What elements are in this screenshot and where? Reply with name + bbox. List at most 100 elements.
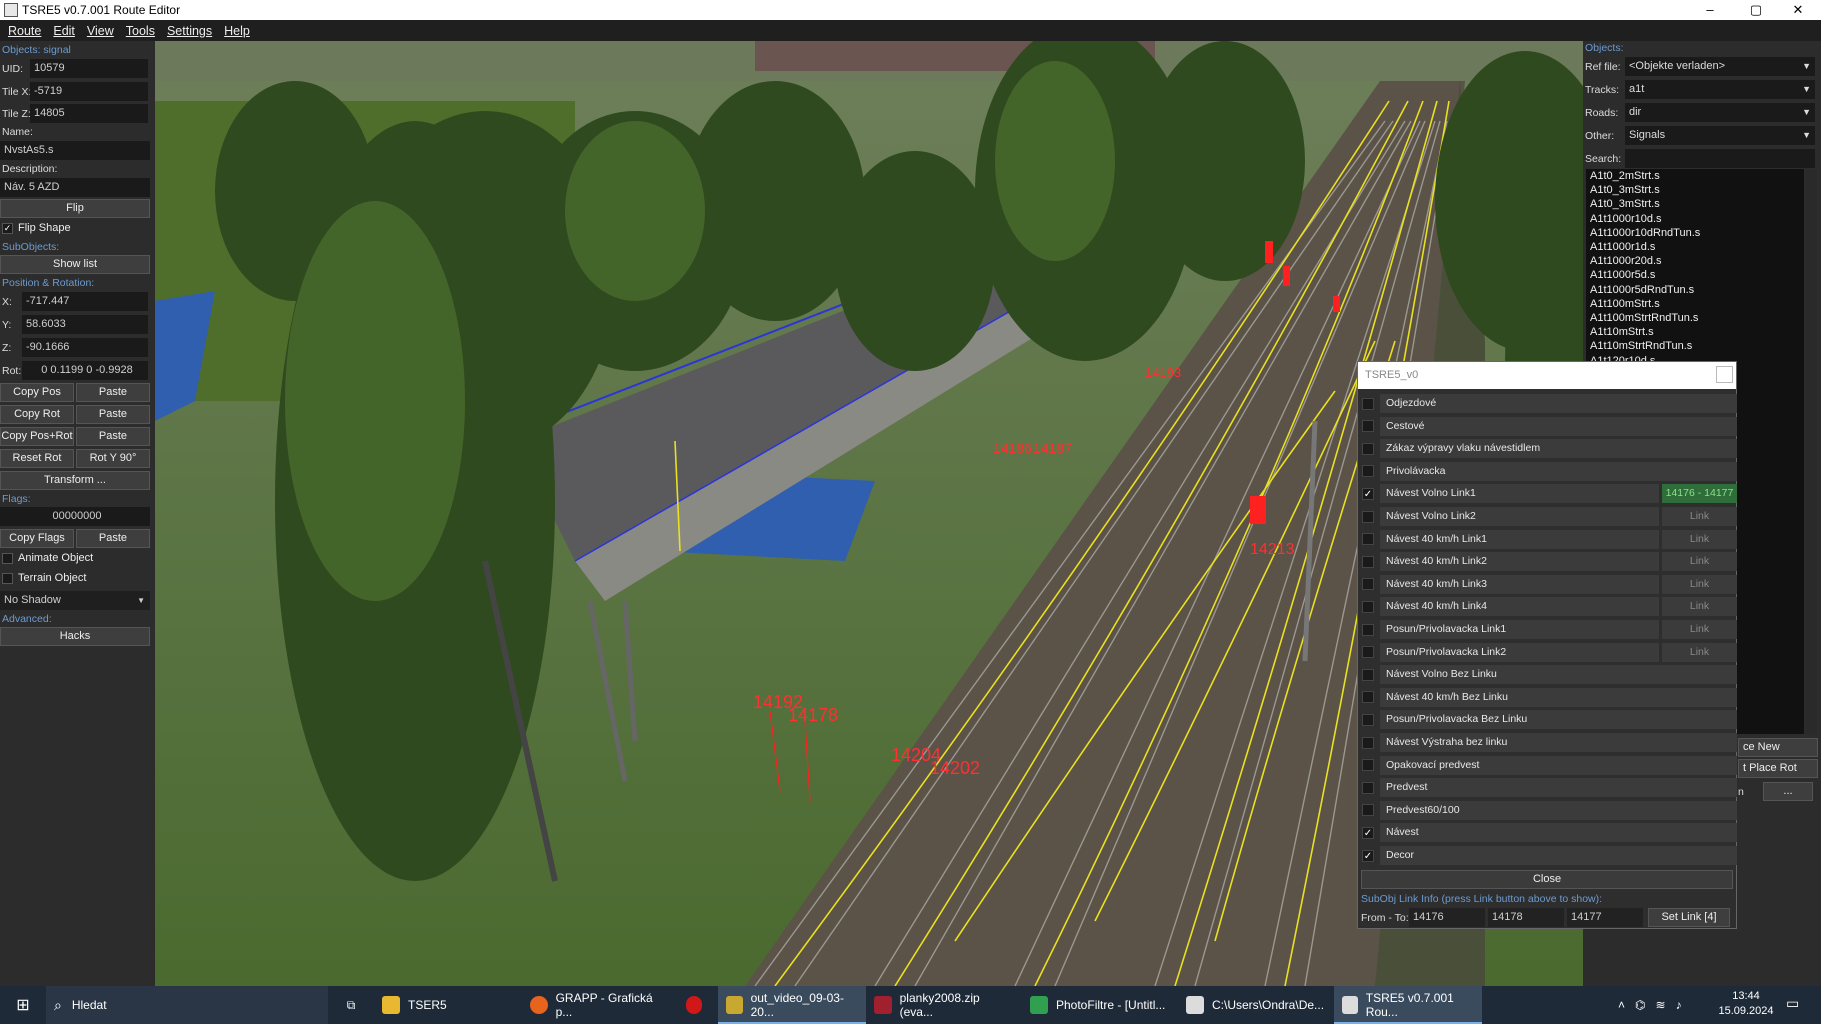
subobject-checkbox[interactable] (1362, 781, 1374, 794)
link-button[interactable]: Link (1662, 552, 1737, 572)
z-field[interactable]: -90.1666 (22, 338, 148, 357)
link-end-field[interactable]: 14177 (1567, 908, 1643, 927)
taskbar-app-photofiltre[interactable]: PhotoFiltre - [Untitl... (1022, 986, 1178, 1024)
link-button[interactable]: Link (1662, 597, 1737, 617)
tilez-field[interactable]: 14805 (30, 104, 148, 123)
tracks-select[interactable]: a1t ▼ (1625, 80, 1815, 99)
subobject-checkbox[interactable] (1362, 555, 1374, 568)
place-new-button[interactable]: ce New (1738, 738, 1818, 757)
subobject-checkbox[interactable] (1362, 533, 1374, 546)
chevron-up-icon[interactable]: ˄ (1618, 998, 1625, 1012)
volume-icon[interactable]: ♪ (1676, 998, 1682, 1012)
from-field[interactable]: 14176 (1409, 908, 1485, 927)
tilex-field[interactable]: -5719 (30, 82, 148, 101)
flags-field[interactable]: 00000000 (0, 507, 150, 526)
uid-field[interactable]: 10579 (30, 59, 148, 78)
link-button[interactable]: Link (1662, 574, 1737, 594)
list-item[interactable]: A1t0_3mStrt.s (1586, 183, 1804, 197)
copy-posrot-button[interactable]: Copy Pos+Rot (0, 427, 74, 446)
name-field[interactable]: NvstAs5.s (0, 141, 150, 160)
subobject-checkbox[interactable] (1362, 691, 1374, 704)
taskbar-app-video[interactable]: out_video_09-03-20... (718, 986, 866, 1024)
subobject-checkbox[interactable] (1362, 510, 1374, 523)
subobject-checkbox[interactable]: ✓ (1362, 849, 1374, 862)
close-button[interactable]: Close (1361, 870, 1733, 889)
list-item[interactable]: A1t1000r5dRndTun.s (1586, 283, 1804, 297)
link-button[interactable]: Link (1662, 507, 1737, 526)
other-select[interactable]: Signals ▼ (1625, 126, 1815, 145)
reset-rot-button[interactable]: Reset Rot (0, 449, 74, 468)
menu-route[interactable]: Route (8, 24, 41, 38)
to-field[interactable]: 14178 (1488, 908, 1564, 927)
subobject-checkbox[interactable] (1362, 646, 1374, 659)
x-field[interactable]: -717.447 (22, 292, 148, 311)
maximize-button[interactable]: ▢ (1733, 0, 1779, 20)
subobject-checkbox[interactable]: ✓ (1362, 487, 1374, 500)
menu-edit[interactable]: Edit (53, 24, 75, 38)
list-item[interactable]: A1t0_3mStrt.s (1586, 197, 1804, 211)
list-item[interactable]: A1t1000r10dRndTun.s (1586, 226, 1804, 240)
paste-posrot-button[interactable]: Paste (76, 427, 150, 446)
subobject-checkbox[interactable] (1362, 804, 1374, 817)
subobject-checkbox[interactable] (1362, 420, 1374, 433)
minimize-button[interactable]: – (1687, 0, 1733, 20)
subobject-checkbox[interactable] (1362, 668, 1374, 681)
taskbar-app-opera[interactable] (678, 986, 718, 1024)
list-item[interactable]: A1t10mStrt.s (1586, 325, 1804, 339)
subobject-checkbox[interactable]: ✓ (1362, 826, 1374, 839)
close-icon[interactable] (1716, 366, 1733, 383)
menu-help[interactable]: Help (224, 24, 250, 38)
task-view-button[interactable]: ⧉ (328, 986, 374, 1024)
notification-icon[interactable]: ▭ (1786, 995, 1799, 1012)
subobject-checkbox[interactable] (1362, 465, 1374, 478)
shadow-select[interactable]: No Shadow ▼ (0, 591, 150, 610)
close-window-button[interactable]: ✕ (1775, 0, 1821, 20)
y-field[interactable]: 58.6033 (22, 315, 148, 334)
taskbar-app-tser5[interactable]: TSER5 (374, 986, 522, 1024)
paste-rot-button[interactable]: Paste (76, 405, 150, 424)
rot-y90-button[interactable]: Rot Y 90° (76, 449, 150, 468)
clock[interactable]: 13:44 15.09.2024 (1712, 989, 1780, 1019)
description-field[interactable]: Náv. 5 AZD (0, 178, 150, 197)
taskbar-app-explorer[interactable]: C:\Users\Ondra\De... (1178, 986, 1334, 1024)
transform-button[interactable]: Transform ... (0, 471, 150, 490)
network-icon[interactable]: ⌬ (1635, 998, 1645, 1012)
taskbar-app-zip[interactable]: planky2008.zip (eva... (866, 986, 1022, 1024)
paste-flags-button[interactable]: Paste (76, 529, 150, 548)
animate-object-checkbox[interactable]: Animate Object (2, 552, 93, 564)
list-item[interactable]: A1t10mStrtRndTun.s (1586, 339, 1804, 353)
list-item[interactable]: A1t100mStrtRndTun.s (1586, 311, 1804, 325)
paste-pos-button[interactable]: Paste (76, 383, 150, 402)
terrain-object-checkbox[interactable]: Terrain Object (2, 572, 86, 584)
subobject-checkbox[interactable] (1362, 759, 1374, 772)
show-list-button[interactable]: Show list (0, 255, 150, 274)
rot-field[interactable]: 0 0.1199 0 -0.9928 (22, 361, 148, 380)
subobject-checkbox[interactable] (1362, 623, 1374, 636)
ref-file-select[interactable]: <Objekte verladen> ▼ (1625, 57, 1815, 76)
more-button[interactable]: ... (1763, 782, 1813, 801)
taskbar-app-tsre5[interactable]: TSRE5 v0.7.001 Rou... (1334, 986, 1482, 1024)
list-scrollbar[interactable] (1805, 169, 1817, 734)
menu-settings[interactable]: Settings (167, 24, 212, 38)
subobject-checkbox[interactable] (1362, 713, 1374, 726)
roads-select[interactable]: dir ▼ (1625, 103, 1815, 122)
list-item[interactable]: A1t1000r1d.s (1586, 240, 1804, 254)
menu-view[interactable]: View (87, 24, 114, 38)
start-button[interactable]: ⊞ (0, 986, 46, 1024)
link-button[interactable]: Link (1662, 642, 1737, 662)
list-item[interactable]: A1t100mStrt.s (1586, 297, 1804, 311)
list-item[interactable]: A1t1000r20d.s (1586, 254, 1804, 268)
hacks-button[interactable]: Hacks (0, 627, 150, 646)
copy-pos-button[interactable]: Copy Pos (0, 383, 74, 402)
link-button[interactable]: 14176 - 14177 (1662, 484, 1737, 504)
flip-button[interactable]: Flip (0, 199, 150, 218)
subobject-checkbox[interactable] (1362, 442, 1374, 455)
taskbar-search[interactable]: ⌕ Hledat (46, 986, 328, 1024)
list-item[interactable]: A1t0_2mStrt.s (1586, 169, 1804, 183)
taskbar-app-firefox[interactable]: GRAPP - Grafická p... (522, 986, 678, 1024)
menu-tools[interactable]: Tools (126, 24, 155, 38)
flip-shape-checkbox[interactable]: ✓ Flip Shape (2, 222, 71, 234)
subobject-checkbox[interactable] (1362, 600, 1374, 613)
link-button[interactable]: Link (1662, 529, 1737, 549)
place-rot-button[interactable]: t Place Rot (1738, 759, 1818, 778)
